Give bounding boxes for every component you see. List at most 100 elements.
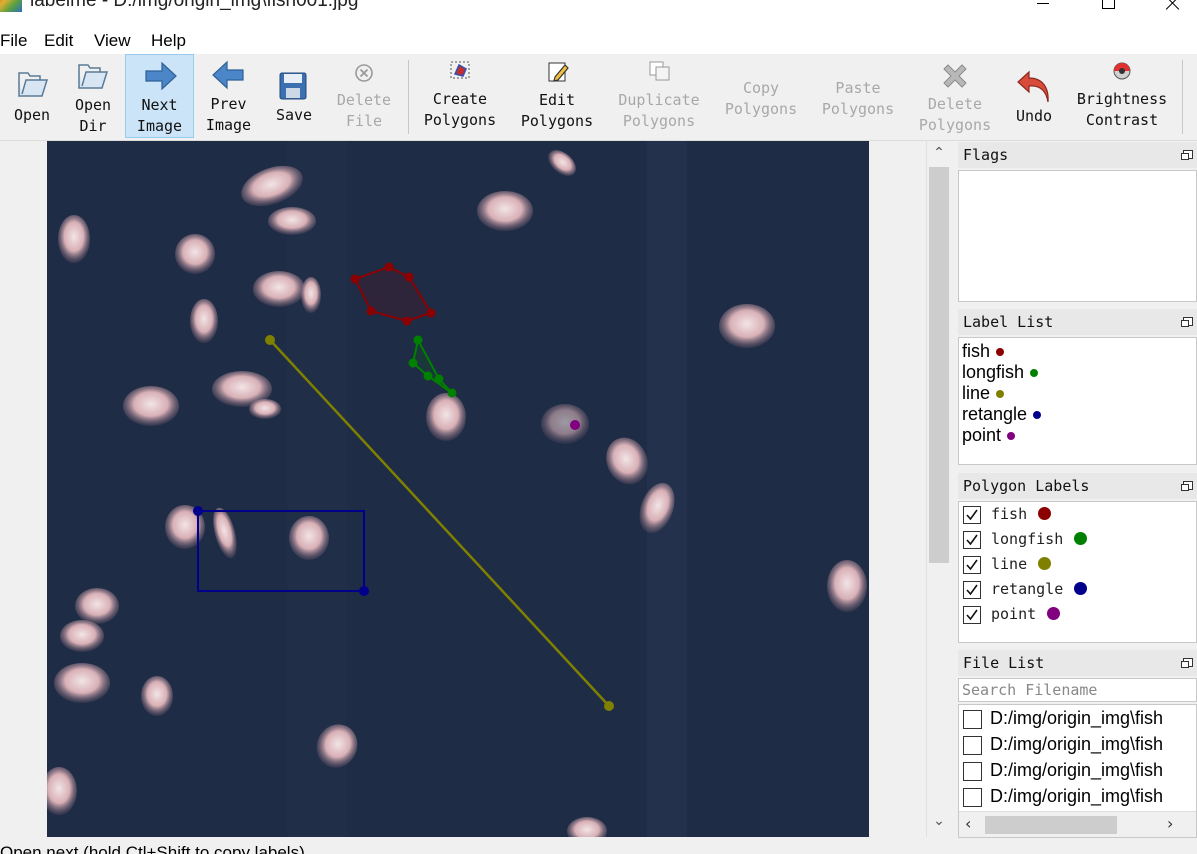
label-list-title: Label List [963,313,1054,331]
status-text: Open next (hold Ctl+Shift to copy labels… [0,843,305,854]
scroll-right-icon[interactable]: › [1167,814,1173,833]
edit-polygons-button[interactable]: Edit Polygons [512,54,602,138]
checkbox[interactable] [963,710,982,729]
menu-help[interactable]: Help [151,31,186,51]
scrollbar-thumb[interactable] [985,816,1117,834]
open-dir-button[interactable]: Open Dir [64,54,122,138]
prev-image-button[interactable]: Prev Image [197,54,260,138]
brightness-contrast-button[interactable]: Brightness Contrast [1070,54,1174,138]
duplicate-polygons-button[interactable]: Duplicate Polygons [610,54,708,138]
checkmark-icon [966,509,978,521]
flags-dock-title: Flags [958,142,1197,168]
toolbar: Open Open Dir Next Image Prev Image Save [0,54,1197,141]
checkbox[interactable] [963,581,981,599]
list-item[interactable]: longfish [962,362,1039,383]
next-image-label: Next Image [136,96,183,135]
minimize-button[interactable] [1020,0,1066,20]
maximize-button[interactable] [1086,0,1132,20]
file-list[interactable]: D:/img/origin_img\fish D:/img/origin_img… [958,704,1197,838]
photo-background [47,141,869,837]
flags-list[interactable] [958,170,1197,302]
create-polygon-icon [450,61,470,79]
file-list-title: File List [963,654,1045,672]
paste-polygons-button[interactable]: Paste Polygons [812,54,904,138]
polygon-labels-dock-title: Polygon Labels [958,473,1197,499]
label-text: retangle [962,404,1028,424]
menu-view[interactable]: View [94,31,131,51]
image-canvas[interactable] [47,141,869,837]
list-item[interactable]: retangle [962,404,1042,425]
label-color-dot [1033,411,1042,420]
save-label: Save [275,106,313,124]
undo-arrow-icon [1017,70,1049,103]
label-color-dot [1038,507,1051,520]
checkbox[interactable] [963,736,982,755]
search-filename-input[interactable] [958,678,1197,702]
polygon-labels-title: Polygon Labels [963,477,1090,495]
open-button[interactable]: Open [4,54,60,138]
copy-polygons-label: Copy Polygons [724,79,798,118]
delete-polygons-label: Delete Polygons [918,95,992,134]
menu-bar: File Edit View Help [0,28,1197,54]
annotation-layer[interactable] [47,141,869,837]
scroll-left-icon[interactable]: ‹ [965,814,971,833]
label-color-dot [1007,432,1016,441]
copy-polygons-button[interactable]: Copy Polygons [716,54,806,138]
file-list-horizontal-scrollbar[interactable]: ‹ › [959,811,1196,837]
create-polygons-button[interactable]: Create Polygons [416,54,504,138]
polygon-label-text: retangle [991,580,1064,598]
checkmark-icon [966,584,978,596]
checkbox[interactable] [963,531,981,549]
arrow-left-icon [212,60,244,90]
scrollbar-thumb[interactable] [929,167,949,563]
checkbox[interactable] [963,506,981,524]
folder-open-icon [78,64,109,89]
dock-float-icon[interactable] [1181,317,1193,327]
label-list-dock-title: Label List [958,309,1197,335]
label-color-dot [1074,532,1087,545]
scroll-up-icon[interactable]: ⌃ [927,145,951,161]
list-item[interactable]: point [962,425,1016,446]
folder-open-icon [18,72,49,97]
edit-polygons-label: Edit Polygons [520,91,594,130]
menu-edit[interactable]: Edit [44,31,73,51]
checkbox[interactable] [963,788,982,807]
duplicate-polygons-label: Duplicate Polygons [618,91,700,130]
flags-dock: Flags [958,142,1197,302]
create-polygons-label: Create Polygons [423,90,497,129]
arrow-right-icon [145,61,177,91]
next-image-button[interactable]: Next Image [125,54,194,138]
canvas-vertical-scrollbar[interactable]: ⌃ ⌄ [926,141,951,837]
checkbox[interactable] [963,762,982,781]
undo-button[interactable]: Undo [1004,54,1064,138]
label-text: longfish [962,362,1025,382]
list-item[interactable]: line [962,383,1005,404]
label-list[interactable]: fish longfish line retangle point [958,337,1197,465]
save-button[interactable]: Save [264,54,324,138]
label-color-dot [996,348,1005,357]
dock-float-icon[interactable] [1181,481,1193,491]
title-bar: labelme - D:/img/origin_img\fish001.jpg* [0,0,1197,28]
dock-float-icon[interactable] [1181,150,1193,160]
close-button[interactable] [1150,0,1196,20]
duplicate-icon [649,61,670,81]
file-list-dock: File List D:/img/origin_img\fish D:/img/… [958,650,1197,838]
checkbox[interactable] [963,556,981,574]
polygon-labels-list[interactable]: fish longfish line retangle point [958,501,1197,643]
delete-polygons-button[interactable]: Delete Polygons [912,54,998,138]
scroll-down-icon[interactable]: ⌄ [927,813,951,829]
status-bar: Open next (hold Ctl+Shift to copy labels… [0,838,1197,854]
delete-file-button[interactable]: Delete File [328,54,400,138]
checkbox[interactable] [963,606,981,624]
labelme-app-icon [0,0,22,12]
dock-float-icon[interactable] [1181,658,1193,668]
polygon-label-text: line [991,555,1028,573]
toolbar-separator [1182,60,1183,134]
file-list-dock-title: File List [958,650,1197,676]
polygon-label-text: longfish [991,530,1064,548]
point-shape[interactable] [570,420,580,430]
list-item[interactable]: fish [962,341,1005,362]
menu-file[interactable]: File [0,31,27,51]
label-text: point [962,425,1002,445]
checkmark-icon [966,609,978,621]
